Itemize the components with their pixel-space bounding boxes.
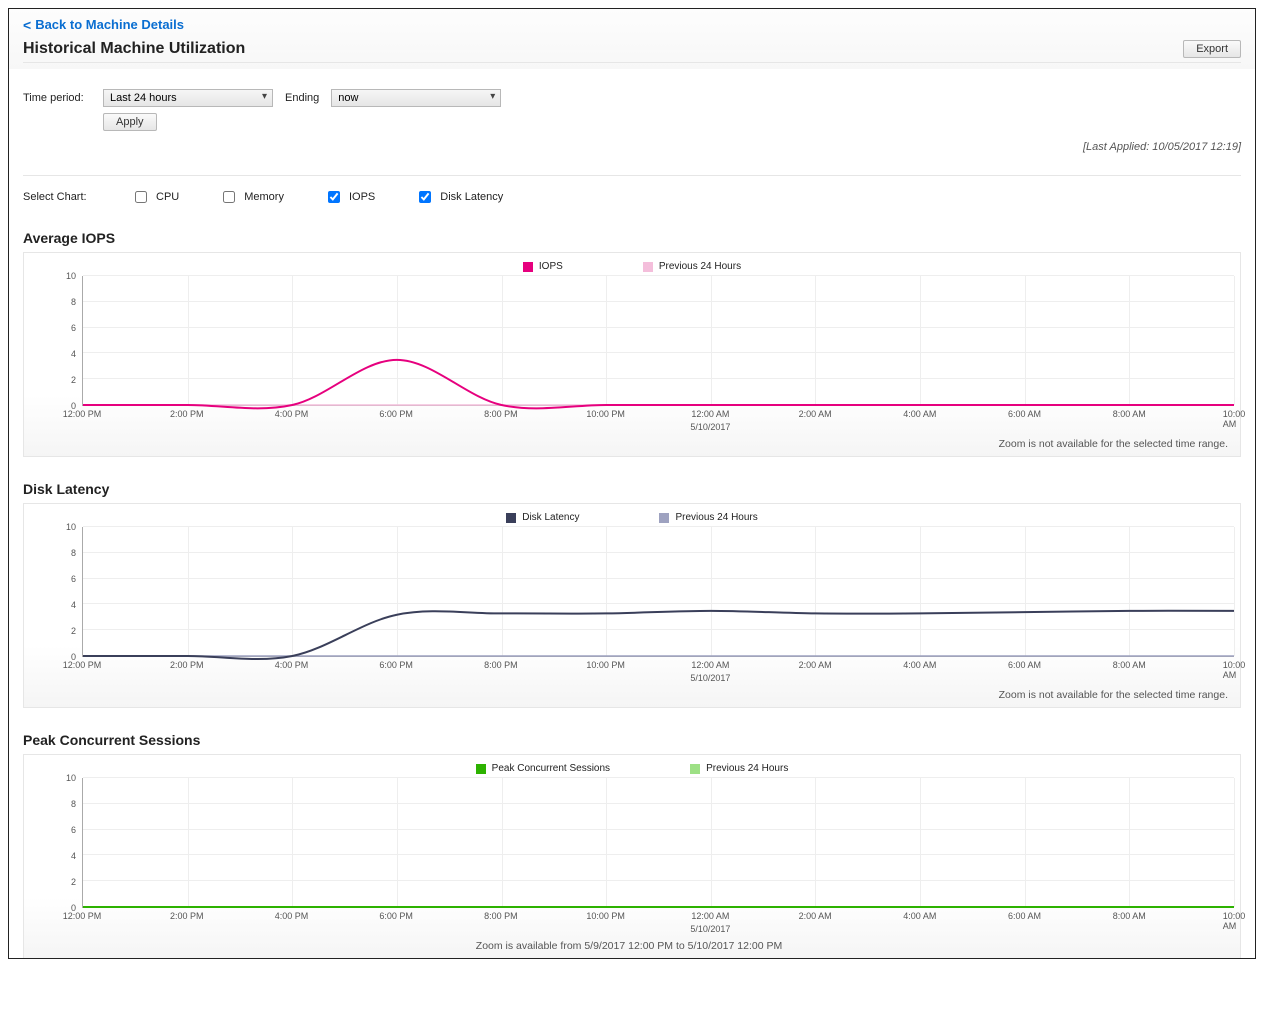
swatch-icon <box>476 764 486 774</box>
y-axis: 0246810 <box>30 276 82 406</box>
x-axis: 12:00 PM2:00 PM4:00 PM6:00 PM8:00 PM10:0… <box>82 908 1234 936</box>
last-applied-label: [Last Applied: 10/05/2017 12:19] <box>1083 141 1241 153</box>
zoom-note-iops: Zoom is not available for the selected t… <box>30 434 1234 452</box>
checkbox-input-cpu[interactable] <box>135 191 147 203</box>
checkbox-cpu[interactable]: CPU <box>131 188 179 206</box>
ending-select[interactable]: now <box>331 89 501 107</box>
select-chart-label: Select Chart: <box>23 191 91 203</box>
time-period-label: Time period: <box>23 92 91 104</box>
checkbox-label-memory: Memory <box>244 191 284 203</box>
zoom-note-sessions: Zoom is available from 5/9/2017 12:00 PM… <box>30 936 1234 954</box>
time-period-select[interactable]: Last 24 hours <box>103 89 273 107</box>
checkbox-label-cpu: CPU <box>156 191 179 203</box>
legend-sessions-current: Peak Concurrent Sessions <box>476 763 610 774</box>
back-link[interactable]: < Back to Machine Details <box>23 17 184 32</box>
chevron-left-icon: < <box>23 18 31 32</box>
x-axis: 12:00 PM2:00 PM4:00 PM6:00 PM8:00 PM10:0… <box>82 406 1234 434</box>
checkbox-iops[interactable]: IOPS <box>324 188 375 206</box>
y-axis: 0246810 <box>30 778 82 908</box>
swatch-icon <box>643 262 653 272</box>
chart-plot-iops[interactable] <box>82 276 1234 406</box>
checkbox-memory[interactable]: Memory <box>219 188 284 206</box>
back-link-label: Back to Machine Details <box>35 17 184 32</box>
chart-title-sessions: Peak Concurrent Sessions <box>23 732 1241 748</box>
chart-title-latency: Disk Latency <box>23 481 1241 497</box>
ending-label: Ending <box>285 92 319 104</box>
legend-latency-current: Disk Latency <box>506 512 579 523</box>
checkbox-label-disk-latency: Disk Latency <box>440 191 503 203</box>
chart-panel-sessions: Peak Concurrent Sessions Previous 24 Hou… <box>23 754 1241 958</box>
legend-iops-previous: Previous 24 Hours <box>643 261 741 272</box>
checkbox-disk-latency[interactable]: Disk Latency <box>415 188 503 206</box>
zoom-note-latency: Zoom is not available for the selected t… <box>30 685 1234 703</box>
legend-iops-current: IOPS <box>523 261 563 272</box>
checkbox-input-memory[interactable] <box>223 191 235 203</box>
export-button[interactable]: Export <box>1183 40 1241 58</box>
chart-panel-latency: Disk Latency Previous 24 Hours 0246810 1… <box>23 503 1241 708</box>
checkbox-input-disk-latency[interactable] <box>419 191 431 203</box>
legend-sessions-previous: Previous 24 Hours <box>690 763 788 774</box>
swatch-icon <box>506 513 516 523</box>
page-title: Historical Machine Utilization <box>23 40 245 58</box>
checkbox-input-iops[interactable] <box>328 191 340 203</box>
x-axis: 12:00 PM2:00 PM4:00 PM6:00 PM8:00 PM10:0… <box>82 657 1234 685</box>
swatch-icon <box>690 764 700 774</box>
y-axis: 0246810 <box>30 527 82 657</box>
chart-plot-latency[interactable] <box>82 527 1234 657</box>
chart-panel-iops: IOPS Previous 24 Hours 0246810 12:00 PM2… <box>23 252 1241 457</box>
chart-title-iops: Average IOPS <box>23 230 1241 246</box>
checkbox-label-iops: IOPS <box>349 191 375 203</box>
chart-plot-sessions[interactable] <box>82 778 1234 908</box>
swatch-icon <box>659 513 669 523</box>
swatch-icon <box>523 262 533 272</box>
apply-button[interactable]: Apply <box>103 113 157 131</box>
legend-latency-previous: Previous 24 Hours <box>659 512 757 523</box>
